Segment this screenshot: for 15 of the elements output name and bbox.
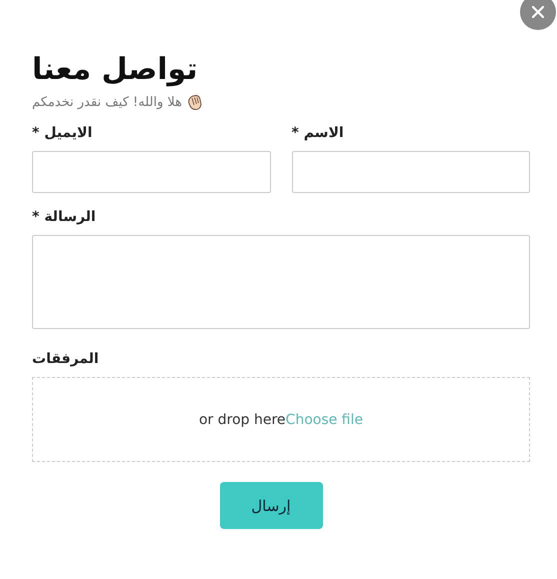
field-label: الايميل * — [32, 124, 92, 143]
attachments-label: المرفقات — [32, 350, 99, 369]
submit-button[interactable]: إرسال — [220, 482, 322, 529]
drop-text: or drop here — [198, 412, 286, 428]
close-button[interactable] — [520, 0, 556, 30]
hands-icon — [186, 94, 203, 111]
subtitle: هلا والله! كيف نقدر نخدمكم — [32, 95, 182, 110]
input-field[interactable] — [32, 151, 270, 193]
field-label: الاسم * — [292, 124, 344, 143]
input-field[interactable] — [292, 151, 530, 193]
field-label: الرسالة * — [32, 208, 96, 227]
close-icon — [531, 5, 545, 19]
form-title: تواصل معنا — [32, 51, 198, 89]
message-field[interactable] — [32, 235, 530, 329]
file-dropzone[interactable]: or drop hereChoose file — [32, 377, 530, 462]
